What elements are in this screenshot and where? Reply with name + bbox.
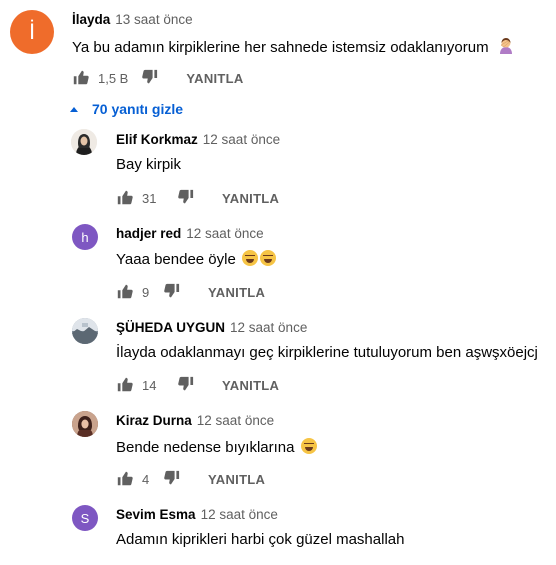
profile-photo-icon: [72, 411, 98, 437]
comment-header: Sevim Esma 12 saat önce: [116, 507, 278, 522]
thumb-up-icon: [117, 471, 133, 486]
thumb-down-icon: [178, 376, 194, 391]
comment-header: İlayda 13 saat önce: [72, 12, 193, 27]
like-button[interactable]: [72, 69, 90, 87]
thumb-up-icon: [117, 377, 133, 392]
avatar[interactable]: [71, 129, 97, 155]
hide-replies-button[interactable]: 70 yanıtı gizle: [70, 101, 183, 117]
comment-time[interactable]: 12 saat önce: [230, 320, 307, 335]
author-name[interactable]: Sevim Esma: [116, 507, 196, 522]
author-name[interactable]: hadjer red: [116, 226, 181, 241]
hide-replies-label: 70 yanıtı gizle: [92, 101, 184, 117]
comment-text: Bay kirpik: [116, 156, 182, 173]
comment-header: ŞÜHEDA UYGUN 12 saat önce: [116, 320, 307, 335]
avatar-letter: h: [81, 229, 89, 245]
like-count: 1,5 B: [98, 70, 129, 86]
comment-text: İlayda odaklanmayı geç kirpiklerine tutu…: [116, 344, 538, 361]
grinning-squinting-emoji-icon: [242, 250, 258, 266]
caret-up-icon: [70, 106, 78, 112]
like-button[interactable]: [116, 189, 134, 207]
grinning-squinting-emoji-icon: [260, 250, 276, 266]
profile-photo-icon: [71, 129, 97, 155]
comment-time[interactable]: 12 saat önce: [201, 507, 278, 522]
thumb-down-icon: [178, 189, 194, 204]
avatar[interactable]: S: [72, 505, 98, 531]
avatar-letter: İ: [28, 19, 36, 44]
profile-photo-icon: [72, 318, 98, 344]
like-button[interactable]: [116, 283, 134, 301]
comment-actions: 9 YANITLA: [116, 280, 265, 304]
comment-text: Adamın kiprikleri harbi çok güzel mashal…: [116, 531, 405, 548]
like-count: 14: [142, 377, 157, 393]
reply-button[interactable]: YANITLA: [222, 191, 279, 206]
comment-header: hadjer red 12 saat önce: [116, 226, 264, 241]
comment-actions: 31 YANITLA: [116, 186, 279, 210]
comment-text: Bende nedense bıyıklarına: [116, 438, 317, 456]
like-count: 9: [142, 284, 150, 300]
woman-facepalming-emoji-icon: [499, 38, 512, 54]
comment-text-content: Yaaa bendee öyle: [116, 251, 236, 268]
comment-header: Kiraz Durna 12 saat önce: [116, 413, 274, 428]
avatar-letter: S: [80, 510, 90, 526]
thumb-down-icon: [142, 69, 158, 84]
like-count: 31: [142, 190, 157, 206]
comment-actions: 1,5 B YANITLA: [72, 66, 244, 90]
avatar[interactable]: [72, 411, 98, 437]
dislike-button[interactable]: [176, 376, 194, 394]
author-name[interactable]: Kiraz Durna: [116, 413, 192, 428]
comment-time[interactable]: 12 saat önce: [186, 226, 263, 241]
thumb-up-icon: [117, 284, 133, 299]
comment-text-content: Ya bu adamın kirpiklerine her sahnede is…: [72, 39, 489, 56]
avatar[interactable]: h: [72, 224, 98, 250]
dislike-button[interactable]: [176, 189, 194, 207]
avatar[interactable]: [72, 318, 98, 344]
avatar[interactable]: İ: [10, 10, 54, 54]
thumb-up-icon: [73, 70, 89, 85]
author-name[interactable]: ŞÜHEDA UYGUN: [116, 320, 225, 335]
comment-time[interactable]: 12 saat önce: [197, 413, 274, 428]
like-button[interactable]: [116, 376, 134, 394]
dislike-button[interactable]: [140, 69, 158, 87]
comment-header: Elif Korkmaz 12 saat önce: [116, 132, 280, 147]
comment-time[interactable]: 13 saat önce: [115, 12, 192, 27]
reply-button[interactable]: YANITLA: [186, 71, 243, 86]
thumb-up-icon: [117, 190, 133, 205]
like-count: 4: [142, 471, 150, 487]
reply-button[interactable]: YANITLA: [208, 472, 265, 487]
author-name[interactable]: İlayda: [72, 12, 110, 27]
reply-button[interactable]: YANITLA: [222, 378, 279, 393]
comment-actions: 4 YANITLA: [116, 467, 265, 491]
like-button[interactable]: [116, 470, 134, 488]
thumb-down-icon: [164, 283, 180, 298]
grinning-squinting-emoji-icon: [300, 438, 317, 454]
comment-text: Ya bu adamın kirpiklerine her sahnede is…: [72, 37, 515, 56]
dislike-button[interactable]: [162, 470, 180, 488]
thumb-down-icon: [164, 470, 180, 485]
comment-time[interactable]: 12 saat önce: [203, 132, 280, 147]
comment-text: Yaaa bendee öyle: [116, 250, 276, 268]
comment-actions: 14 YANITLA: [116, 373, 279, 397]
comment-text-content: Bende nedense bıyıklarına: [116, 439, 295, 456]
reply-button[interactable]: YANITLA: [208, 285, 265, 300]
author-name[interactable]: Elif Korkmaz: [116, 132, 198, 147]
dislike-button[interactable]: [162, 283, 180, 301]
